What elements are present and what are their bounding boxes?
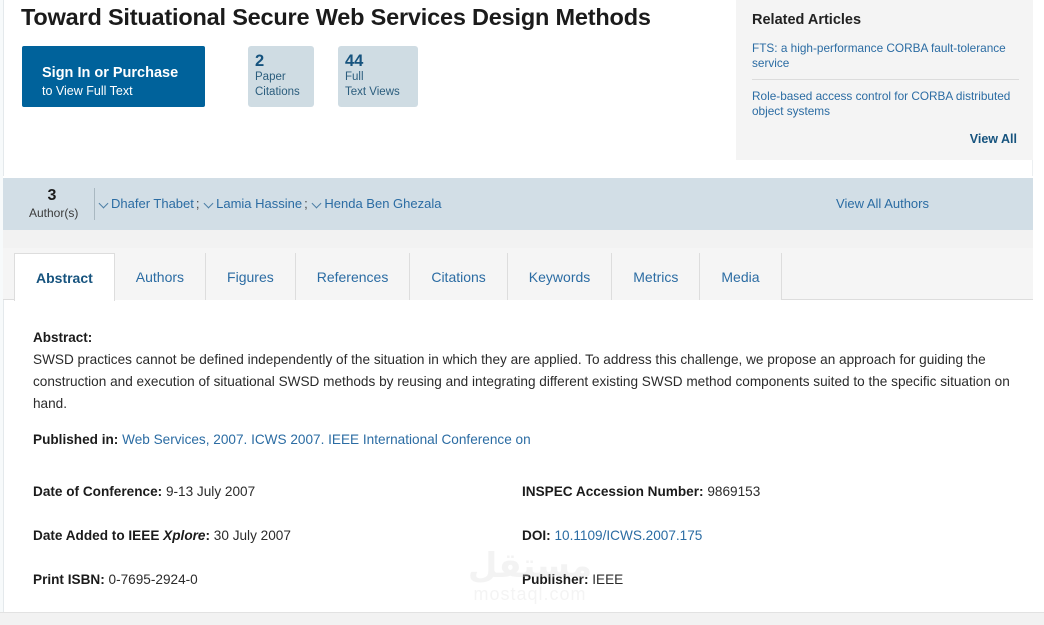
sign-in-primary-label: Sign In or Purchase <box>42 65 179 81</box>
author-link-1[interactable]: Dhafer Thabet <box>111 196 194 211</box>
date-added-label: Date Added to IEEE Xplore: <box>33 528 211 543</box>
published-in-row: Published in: Web Services, 2007. ICWS 2… <box>33 432 531 447</box>
full-text-views-count: 44 <box>345 52 364 70</box>
date-added-value: 30 July 2007 <box>213 528 291 543</box>
full-text-views-label-line2: Text Views <box>345 85 400 98</box>
related-articles-view-all-link[interactable]: View All <box>752 132 1019 146</box>
paper-citations-label-line2: Citations <box>255 85 300 98</box>
date-of-conference-value: 9-13 July 2007 <box>165 484 256 499</box>
tab-authors[interactable]: Authors <box>114 253 207 300</box>
related-articles-heading: Related Articles <box>752 12 862 28</box>
metadata-column-right: INSPEC Accession Number: 9869153 DOI: 10… <box>522 484 1022 625</box>
print-isbn-value: 0-7695-2924-0 <box>108 572 198 587</box>
doi-link[interactable]: 10.1109/ICWS.2007.175 <box>554 528 702 543</box>
paper-citations-label-line1: Paper <box>255 71 286 83</box>
author-link-2[interactable]: Lamia Hassine <box>216 196 302 211</box>
publisher-value: IEEE <box>592 572 624 587</box>
tab-references[interactable]: References <box>295 253 411 300</box>
inspec-accession-value: 9869153 <box>707 484 761 499</box>
published-in-link[interactable]: Web Services, 2007. ICWS 2007. IEEE Inte… <box>122 432 531 447</box>
author-link-3[interactable]: Henda Ben Ghezala <box>324 196 441 211</box>
related-article-link[interactable]: FTS: a high-performance CORBA fault-tole… <box>752 41 1019 79</box>
related-articles-list: FTS: a high-performance CORBA fault-tole… <box>752 41 1019 127</box>
publisher-row: Publisher: IEEE <box>522 572 1022 587</box>
author-count-number: 3 <box>47 187 57 204</box>
date-added-row: Date Added to IEEE Xplore: 30 July 2007 <box>33 528 503 543</box>
document-page: Toward Situational Secure Web Services D… <box>0 0 1044 625</box>
tab-media[interactable]: Media <box>700 253 782 300</box>
full-text-views-label-line1: Full <box>345 71 364 83</box>
author-separator: ; <box>304 196 308 211</box>
section-gap <box>3 230 1033 248</box>
inspec-accession-label: INSPEC Accession Number: <box>522 484 704 499</box>
tab-citations[interactable]: Citations <box>410 253 508 300</box>
abstract-heading: Abstract: <box>33 330 93 345</box>
publisher-label: Publisher: <box>522 572 589 587</box>
document-actions: Sign In or Purchase to View Full Text 2 … <box>22 46 418 107</box>
published-in-label: Published in: <box>33 432 119 447</box>
author-count-block: 3 Author(s) <box>29 186 79 221</box>
full-text-views-tile[interactable]: 44 Full Text Views <box>338 46 418 107</box>
related-articles-divider <box>752 79 1019 80</box>
print-isbn-row: Print ISBN: 0-7695-2924-0 <box>33 572 503 587</box>
tab-keywords[interactable]: Keywords <box>507 253 613 300</box>
author-separator: ; <box>195 196 200 211</box>
sign-in-or-purchase-button[interactable]: Sign In or Purchase to View Full Text <box>22 46 205 107</box>
related-articles-panel: Related Articles FTS: a high-performance… <box>736 0 1033 160</box>
author-count-label: Author(s) <box>29 206 79 220</box>
tab-metrics[interactable]: Metrics <box>612 253 701 300</box>
abstract-body: SWSD practices cannot be defined indepen… <box>33 352 1010 411</box>
authors-name-list: Dhafer Thabet; Lamia Hassine; Henda Ben … <box>100 196 441 211</box>
view-all-authors-link[interactable]: View All Authors <box>836 196 929 211</box>
page-bottom-strip <box>0 612 1044 625</box>
authors-vertical-divider <box>94 188 95 220</box>
related-article-link[interactable]: Role-based access control for CORBA dist… <box>752 89 1019 127</box>
doi-label: DOI: <box>522 528 551 543</box>
tab-abstract[interactable]: Abstract <box>14 253 115 301</box>
paper-citations-count: 2 <box>255 52 265 70</box>
chevron-down-icon[interactable] <box>100 199 109 208</box>
chevron-down-icon[interactable] <box>313 199 322 208</box>
doi-row: DOI: 10.1109/ICWS.2007.175 <box>522 528 1022 543</box>
chevron-down-icon[interactable] <box>205 199 214 208</box>
xplore-italic: Xplore <box>163 528 206 543</box>
paper-citations-tile[interactable]: 2 Paper Citations <box>248 46 314 107</box>
tab-bar: Abstract Authors Figures References Cita… <box>3 248 1033 301</box>
inspec-accession-row: INSPEC Accession Number: 9869153 <box>522 484 1022 499</box>
right-rail <box>1033 0 1044 612</box>
date-added-label-text: Date Added to IEEE <box>33 528 164 543</box>
date-of-conference-label: Date of Conference: <box>33 484 163 499</box>
page-title: Toward Situational Secure Web Services D… <box>21 4 651 30</box>
abstract-panel: Abstract: SWSD practices cannot be defin… <box>3 300 1033 625</box>
sign-in-secondary-label: to View Full Text <box>42 84 133 98</box>
tab-list: Abstract Authors Figures References Cita… <box>14 253 782 301</box>
date-of-conference-row: Date of Conference: 9-13 July 2007 <box>33 484 503 499</box>
tab-figures[interactable]: Figures <box>206 253 296 300</box>
print-isbn-label: Print ISBN: <box>33 572 105 587</box>
document-header: Toward Situational Secure Web Services D… <box>3 0 1033 176</box>
metadata-column-left: Date of Conference: 9-13 July 2007 Date … <box>33 484 503 616</box>
